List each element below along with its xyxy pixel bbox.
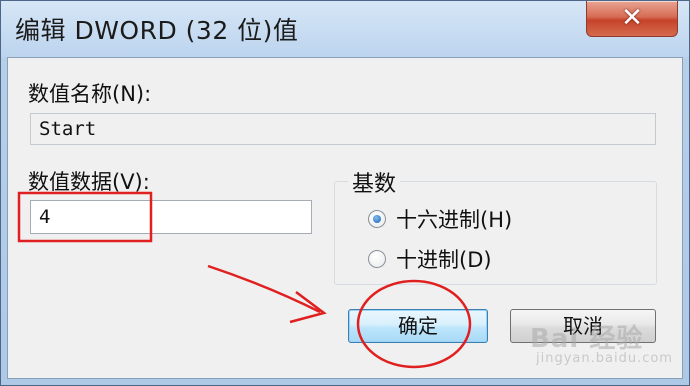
value-name-label: 数值名称(N): bbox=[28, 82, 152, 106]
radio-decimal[interactable] bbox=[368, 250, 386, 268]
baidu-watermark: Bai 经验 jingyan.baidu.com bbox=[530, 318, 673, 366]
watermark-url: jingyan.baidu.com bbox=[536, 351, 673, 366]
value-data-input[interactable]: 4 bbox=[30, 200, 312, 234]
ok-button[interactable]: 确定 bbox=[348, 309, 488, 343]
value-data-label: 数值数据(V): bbox=[28, 170, 150, 194]
value-name-field[interactable]: Start bbox=[30, 113, 656, 145]
close-icon: ✕ bbox=[621, 3, 643, 33]
radio-decimal-label[interactable]: 十进制(D) bbox=[396, 244, 492, 274]
base-group-title: 基数 bbox=[348, 166, 401, 198]
watermark-text: Bai 经验 bbox=[530, 324, 644, 354]
radio-hexadecimal-label[interactable]: 十六进制(H) bbox=[396, 204, 512, 234]
radio-selected-dot bbox=[373, 215, 381, 223]
title-bar: 编辑 DWORD (32 位)值 ✕ bbox=[1, 1, 689, 57]
radio-hexadecimal[interactable] bbox=[368, 210, 386, 228]
dialog-title: 编辑 DWORD (32 位)值 bbox=[15, 16, 299, 45]
close-button[interactable]: ✕ bbox=[586, 1, 678, 37]
